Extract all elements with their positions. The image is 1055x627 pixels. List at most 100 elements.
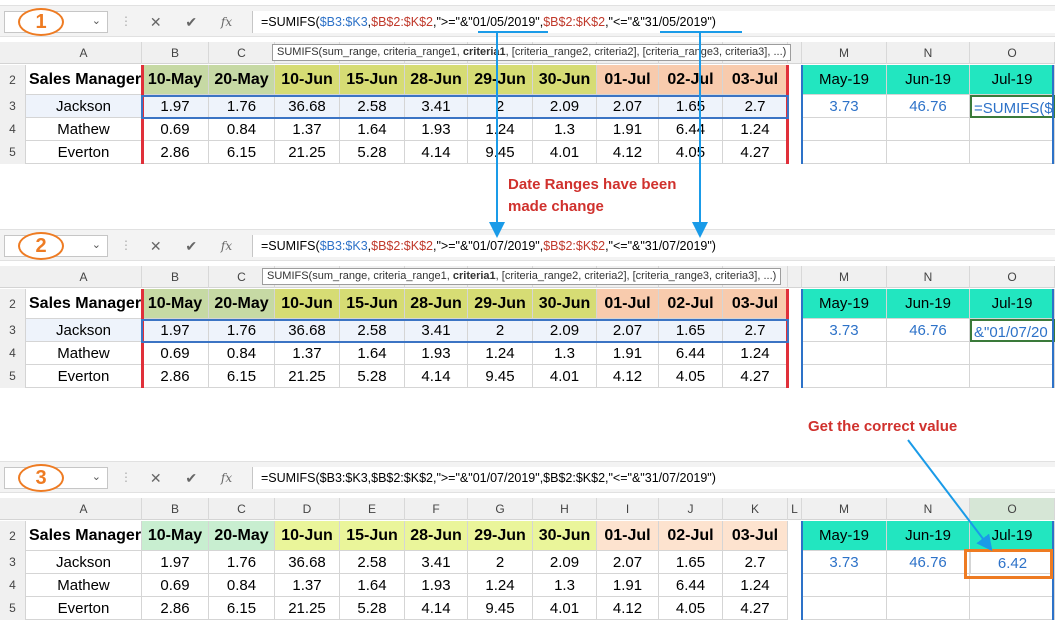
- summary-empty-cell[interactable]: [802, 141, 887, 164]
- column-letter-n[interactable]: N: [887, 42, 970, 64]
- value-cell[interactable]: 2.86: [142, 597, 209, 620]
- value-cell[interactable]: 2.86: [142, 141, 209, 164]
- value-cell[interactable]: 5.28: [340, 141, 405, 164]
- value-cell[interactable]: 4.05: [659, 365, 723, 388]
- header-cell-date[interactable]: 10-May: [142, 289, 209, 319]
- header-cell-date[interactable]: 10-May: [142, 65, 209, 95]
- value-cell[interactable]: 4.12: [597, 365, 659, 388]
- value-cell[interactable]: 1.3: [533, 118, 597, 141]
- manager-name-cell[interactable]: Mathew: [26, 118, 142, 141]
- insert-function-icon[interactable]: fx: [221, 15, 232, 29]
- value-cell[interactable]: 4.27: [723, 597, 788, 620]
- value-cell[interactable]: 1.37: [275, 118, 340, 141]
- column-letter-m[interactable]: M: [802, 42, 887, 64]
- value-cell[interactable]: 1.93: [405, 118, 468, 141]
- value-cell[interactable]: 0.69: [142, 342, 209, 365]
- column-letter-i[interactable]: I: [597, 498, 659, 520]
- insert-function-icon[interactable]: fx: [221, 239, 232, 253]
- row-number-5[interactable]: 5: [0, 597, 26, 620]
- value-cell[interactable]: 6.15: [209, 141, 275, 164]
- row-number-2[interactable]: 2: [0, 289, 26, 319]
- row-number-5[interactable]: 5: [0, 365, 26, 388]
- column-letter-k[interactable]: K: [723, 498, 788, 520]
- value-cell[interactable]: 1.76: [209, 551, 275, 574]
- value-cell[interactable]: 21.25: [275, 141, 340, 164]
- column-letter-o[interactable]: O: [970, 42, 1055, 64]
- summary-empty-cell[interactable]: [802, 597, 887, 620]
- value-cell[interactable]: 0.84: [209, 342, 275, 365]
- value-cell[interactable]: 1.91: [597, 118, 659, 141]
- summary-empty-cell[interactable]: [802, 118, 887, 141]
- summary-may-value[interactable]: 3.73: [802, 319, 887, 342]
- value-cell[interactable]: 1.24: [468, 574, 533, 597]
- row-number-3[interactable]: 3: [0, 551, 26, 574]
- header-cell-date[interactable]: 29-Jun: [468, 65, 533, 95]
- summary-header-jun-19[interactable]: Jun-19: [887, 521, 970, 551]
- summary-empty-cell[interactable]: [802, 365, 887, 388]
- column-letter-f[interactable]: F: [405, 498, 468, 520]
- column-letter-o[interactable]: O: [970, 266, 1055, 288]
- formula-input[interactable]: =SUMIFS($B3:$K3,$B$2:$K$2,">="&"01/05/20…: [252, 11, 1055, 33]
- value-cell[interactable]: 1.93: [405, 342, 468, 365]
- summary-header-may-19[interactable]: May-19: [802, 65, 887, 95]
- value-cell[interactable]: 1.37: [275, 342, 340, 365]
- header-cell-date[interactable]: 15-Jun: [340, 65, 405, 95]
- value-cell[interactable]: 1.24: [723, 342, 788, 365]
- value-cell[interactable]: 6.15: [209, 365, 275, 388]
- value-cell[interactable]: 1.97: [142, 551, 209, 574]
- manager-name-cell[interactable]: Jackson: [26, 319, 142, 342]
- value-cell[interactable]: 4.27: [723, 365, 788, 388]
- header-cell-sales-manager[interactable]: Sales Manager: [26, 65, 142, 95]
- header-cell-date[interactable]: 02-Jul: [659, 65, 723, 95]
- header-cell-sales-manager[interactable]: Sales Manager: [26, 521, 142, 551]
- column-letter-o[interactable]: O: [970, 498, 1055, 520]
- value-cell[interactable]: 6.44: [659, 574, 723, 597]
- header-cell-date[interactable]: 03-Jul: [723, 65, 788, 95]
- column-letter-c[interactable]: C: [209, 498, 275, 520]
- summary-empty-cell[interactable]: [970, 342, 1055, 365]
- value-cell[interactable]: 4.01: [533, 365, 597, 388]
- manager-name-cell[interactable]: Jackson: [26, 551, 142, 574]
- summary-empty-cell[interactable]: [970, 597, 1055, 620]
- header-cell-date[interactable]: 01-Jul: [597, 521, 659, 551]
- header-cell-date[interactable]: 20-May: [209, 65, 275, 95]
- row-number-5[interactable]: 5: [0, 141, 26, 164]
- value-cell[interactable]: 2.09: [533, 551, 597, 574]
- value-cell[interactable]: 9.45: [468, 597, 533, 620]
- summary-empty-cell[interactable]: [970, 141, 1055, 164]
- value-cell[interactable]: 9.45: [468, 141, 533, 164]
- column-letter-l[interactable]: [788, 266, 802, 288]
- column-letter-h[interactable]: H: [533, 498, 597, 520]
- column-letter-n[interactable]: N: [887, 498, 970, 520]
- value-cell[interactable]: 1.64: [340, 574, 405, 597]
- row-number-3[interactable]: 3: [0, 319, 26, 342]
- value-cell[interactable]: 0.84: [209, 574, 275, 597]
- summary-header-jun-19[interactable]: Jun-19: [887, 65, 970, 95]
- summary-empty-cell[interactable]: [887, 574, 970, 597]
- value-cell[interactable]: 0.69: [142, 574, 209, 597]
- header-cell-date[interactable]: 10-Jun: [275, 289, 340, 319]
- value-cell[interactable]: 5.28: [340, 597, 405, 620]
- row-number-3[interactable]: 3: [0, 95, 26, 118]
- value-cell[interactable]: 6.44: [659, 118, 723, 141]
- manager-name-cell[interactable]: Jackson: [26, 95, 142, 118]
- enter-check-icon[interactable]: ✔: [185, 238, 197, 255]
- header-cell-date[interactable]: 28-Jun: [405, 65, 468, 95]
- value-cell[interactable]: 21.25: [275, 597, 340, 620]
- value-cell[interactable]: 6.44: [659, 342, 723, 365]
- value-cell[interactable]: 21.25: [275, 365, 340, 388]
- summary-empty-cell[interactable]: [887, 118, 970, 141]
- value-cell[interactable]: 9.45: [468, 365, 533, 388]
- value-cell[interactable]: 1.24: [468, 118, 533, 141]
- header-cell-date[interactable]: 30-Jun: [533, 65, 597, 95]
- value-cell[interactable]: 1.37: [275, 574, 340, 597]
- column-letter-a[interactable]: A: [26, 266, 142, 288]
- value-cell[interactable]: 4.05: [659, 597, 723, 620]
- summary-empty-cell[interactable]: [887, 342, 970, 365]
- value-cell[interactable]: 1.24: [468, 342, 533, 365]
- value-cell[interactable]: 4.14: [405, 141, 468, 164]
- value-cell[interactable]: 1.3: [533, 342, 597, 365]
- value-cell[interactable]: 5.28: [340, 365, 405, 388]
- value-cell[interactable]: 1.91: [597, 342, 659, 365]
- value-cell[interactable]: 1.24: [723, 118, 788, 141]
